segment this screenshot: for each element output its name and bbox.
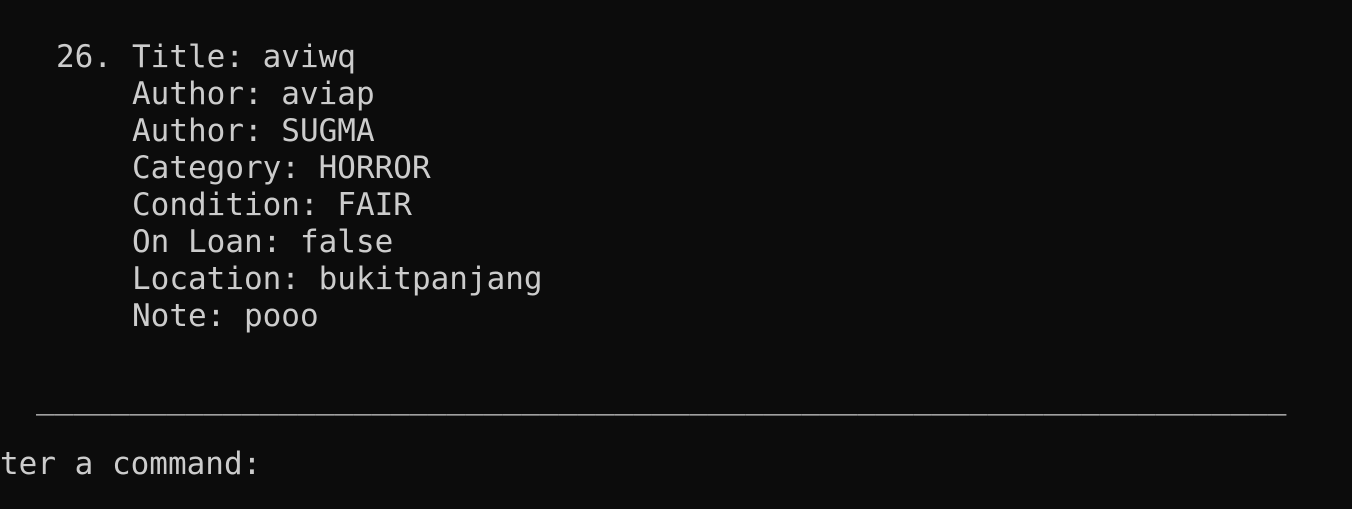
scrolled-text-fragment bbox=[243, 0, 257, 4]
entry-on-loan: On Loan: false bbox=[132, 224, 394, 260]
terminal-window: 26. Title: aviwq Author: aviap Author: S… bbox=[0, 0, 1352, 509]
entry-condition: Condition: FAIR bbox=[132, 187, 412, 223]
entry-note: Note: pooo bbox=[132, 298, 319, 334]
entry-category: Category: HORROR bbox=[132, 150, 431, 186]
entry-title: Title: aviwq bbox=[132, 39, 356, 75]
entry-author-2: Author: SUGMA bbox=[132, 113, 375, 149]
entry-index: 26. bbox=[56, 39, 112, 75]
command-prompt[interactable]: ter a command: bbox=[0, 446, 261, 483]
separator-line: ________________________________________… bbox=[36, 380, 1287, 416]
entry-author-1: Author: aviap bbox=[132, 76, 375, 112]
entry-location: Location: bukitpanjang bbox=[132, 261, 543, 297]
